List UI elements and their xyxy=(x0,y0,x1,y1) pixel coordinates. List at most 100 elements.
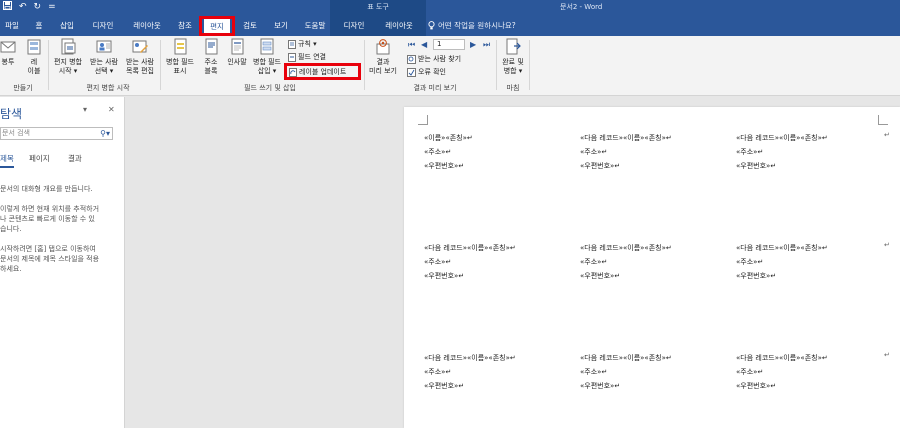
redo-icon[interactable]: ↻ xyxy=(34,1,42,13)
address-block-l1: 주소 xyxy=(204,58,218,66)
tab-view[interactable]: 보기 xyxy=(270,18,292,33)
preview-results-button[interactable]: 결과 미리 보기 xyxy=(366,38,400,76)
merge-field-name-line: «다음 레코드»«이름»«존칭»↵ xyxy=(580,354,672,362)
group-separator xyxy=(160,40,161,90)
envelope-icon xyxy=(0,41,16,53)
row-end-mark: ↵ xyxy=(884,241,890,249)
insert-field-l2: 삽입 ▾ xyxy=(257,67,277,75)
rules-button[interactable]: 규칙 ▾ xyxy=(288,39,317,49)
tell-me-box[interactable]: 어떤 작업을 원하시나요? xyxy=(428,18,516,33)
next-record-icon[interactable]: ▶ xyxy=(470,40,476,49)
previous-record-icon[interactable]: ◀ xyxy=(421,40,427,49)
preview-results-l1: 결과 xyxy=(376,58,390,66)
ribbon: 봉투 레 이블 만들기 편지 병합 시작 ▾ 받는 사람 선택 ▾ 받는 사람 … xyxy=(0,36,900,96)
labels-button[interactable]: 레 이블 xyxy=(24,38,44,76)
group-separator xyxy=(48,40,49,90)
merge-field-address-line: «주소»↵ xyxy=(736,368,764,376)
insert-field-icon xyxy=(260,38,274,55)
tab-table-layout[interactable]: 레이아웃 xyxy=(380,18,418,33)
tab-results[interactable]: 결과 xyxy=(68,153,82,164)
document-page[interactable]: «이름»«존칭»↵ «주소»↵ «우편번호»↵ «다음 레코드»«이름»«존칭»… xyxy=(404,107,900,428)
merge-field-postal-line: «우편번호»↵ xyxy=(424,162,465,170)
customize-qat-icon[interactable]: = xyxy=(48,1,56,13)
match-fields-button[interactable]: 필드 연결 xyxy=(288,52,326,62)
label-cell[interactable]: «다음 레코드»«이름»«존칭»↵ «주소»↵ «우편번호»↵ xyxy=(580,241,672,283)
edit-recipient-list-button[interactable]: 받는 사람 목록 편집 xyxy=(122,38,158,76)
label-cell[interactable]: «이름»«존칭»↵ «주소»↵ «우편번호»↵ xyxy=(424,131,473,173)
merge-field-postal-line: «우편번호»↵ xyxy=(580,162,621,170)
group-start-merge-label: 편지 병합 시작 xyxy=(86,84,130,92)
find-recipient-button[interactable]: 받는 사람 찾기 xyxy=(407,54,461,64)
tab-design[interactable]: 디자인 xyxy=(88,18,118,33)
start-mail-merge-button[interactable]: 편지 병합 시작 ▾ xyxy=(51,38,85,76)
search-input[interactable]: 문서 검색 ⚲▾ xyxy=(0,127,113,140)
tab-home[interactable]: 홈 xyxy=(32,18,46,33)
merge-field-postal-line: «우편번호»↵ xyxy=(736,272,777,280)
merge-field-address-line: «주소»↵ xyxy=(580,368,608,376)
tell-me-text: 어떤 작업을 원하시나요? xyxy=(438,21,516,30)
record-number-input[interactable]: 1 xyxy=(433,39,465,50)
rules-icon xyxy=(288,39,296,49)
labels-icon xyxy=(27,39,41,55)
tab-pages[interactable]: 페이지 xyxy=(29,153,50,164)
check-errors-button[interactable]: 오류 확인 xyxy=(407,67,446,77)
document-title: 문서2 - Word xyxy=(560,3,603,11)
finish-merge-l2: 병합 ▾ xyxy=(503,67,523,75)
label-cell[interactable]: «다음 레코드»«이름»«존칭»↵ «주소»↵ «우편번호»↵ xyxy=(580,351,672,393)
merge-field-name-line: «다음 레코드»«이름»«존칭»↵ xyxy=(580,134,672,142)
merge-field-address-line: «주소»↵ xyxy=(580,148,608,156)
tab-references[interactable]: 참조 xyxy=(174,18,196,33)
label-cell[interactable]: «다음 레코드»«이름»«존칭»↵ «주소»↵ «우편번호»↵ xyxy=(580,131,672,173)
tab-headings[interactable]: 제목 xyxy=(0,153,14,164)
last-record-icon[interactable]: ⏭ xyxy=(483,40,490,50)
greeting-line-button[interactable]: 인사말 xyxy=(224,38,250,67)
margin-corner-marker xyxy=(418,115,428,125)
close-icon[interactable]: ✕ xyxy=(108,105,115,114)
highlight-fields-icon xyxy=(174,38,187,55)
select-recipients-button[interactable]: 받는 사람 선택 ▾ xyxy=(87,38,121,76)
first-record-icon[interactable]: ⏮ xyxy=(408,40,415,50)
save-icon[interactable] xyxy=(3,0,12,14)
merge-field-name-line: «다음 레코드»«이름»«존칭»↵ xyxy=(736,354,828,362)
search-icon[interactable]: ⚲▾ xyxy=(100,128,110,139)
nav-options-icon[interactable]: ▾ xyxy=(83,105,87,114)
edit-recipients-l2: 목록 편집 xyxy=(126,67,154,75)
finish-merge-button[interactable]: 완료 및 병합 ▾ xyxy=(499,38,527,76)
merge-field-address-line: «주소»↵ xyxy=(424,258,452,266)
undo-icon[interactable]: ↶ xyxy=(19,1,27,13)
edit-recipients-l1: 받는 사람 xyxy=(126,58,154,66)
update-labels-highlight xyxy=(284,63,361,80)
merge-field-address-line: «주소»↵ xyxy=(736,258,764,266)
mailings-tab-highlight xyxy=(199,16,235,36)
tab-review[interactable]: 검토 xyxy=(239,18,261,33)
tab-table-design[interactable]: 디자인 xyxy=(340,18,368,33)
tab-layout[interactable]: 레이아웃 xyxy=(128,18,166,33)
label-cell[interactable]: «다음 레코드»«이름»«존칭»↵ «주소»↵ «우편번호»↵ xyxy=(424,351,516,393)
label-cell[interactable]: «다음 레코드»«이름»«존칭»↵ «주소»↵ «우편번호»↵ xyxy=(736,241,828,283)
preview-results-l2: 미리 보기 xyxy=(369,67,397,75)
document-area[interactable]: «이름»«존칭»↵ «주소»↵ «우편번호»↵ «다음 레코드»«이름»«존칭»… xyxy=(126,97,900,428)
tab-file[interactable]: 파일 xyxy=(2,18,22,33)
check-errors-label: 오류 확인 xyxy=(418,68,446,76)
label-cell[interactable]: «다음 레코드»«이름»«존칭»↵ «주소»↵ «우편번호»↵ xyxy=(736,131,828,173)
tab-insert[interactable]: 삽입 xyxy=(56,18,78,33)
nav-help-para1: 문서의 대화형 개요를 만듭니다. xyxy=(0,185,93,193)
preview-results-icon xyxy=(376,39,390,55)
highlight-merge-fields-button[interactable]: 병합 필드 표시 xyxy=(163,38,197,76)
start-merge-l2: 시작 ▾ xyxy=(58,67,78,75)
label-cell[interactable]: «다음 레코드»«이름»«존칭»↵ «주소»↵ «우편번호»↵ xyxy=(424,241,516,283)
nav-help-para2-line: 나 콘텐츠로 빠르게 이동할 수 있 xyxy=(0,215,95,223)
envelopes-button[interactable]: 봉투 xyxy=(0,38,16,67)
merge-field-postal-line: «우편번호»↵ xyxy=(736,382,777,390)
search-placeholder: 문서 검색 xyxy=(2,129,30,137)
quick-access-toolbar: ↶ ↻ = xyxy=(3,0,56,14)
find-recipient-label: 받는 사람 찾기 xyxy=(418,55,462,63)
merge-field-postal-line: «우편번호»↵ xyxy=(580,382,621,390)
address-block-icon xyxy=(205,38,218,55)
insert-merge-field-button[interactable]: 병합 필드 삽입 ▾ xyxy=(250,38,284,76)
address-block-button[interactable]: 주소 블록 xyxy=(200,38,222,76)
label-cell[interactable]: «다음 레코드»«이름»«존칭»↵ «주소»↵ «우편번호»↵ xyxy=(736,351,828,393)
tab-help[interactable]: 도움말 xyxy=(302,18,328,33)
active-tab-indicator xyxy=(0,166,14,168)
title-bar: ↶ ↻ = 표 도구 문서2 - Word xyxy=(0,0,900,14)
